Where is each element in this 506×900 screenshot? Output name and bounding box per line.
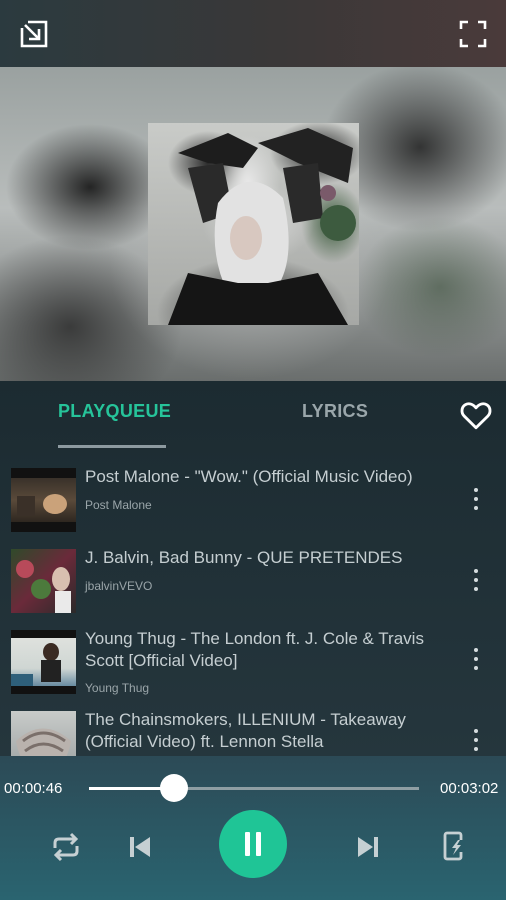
more-options-button[interactable]: [466, 645, 486, 675]
play-queue-list: Post Malone - "Wow." (Official Music Vid…: [0, 456, 506, 756]
tab-playqueue[interactable]: PLAYQUEUE: [58, 401, 171, 422]
elapsed-time: 00:00:46: [4, 780, 63, 797]
player-controls: 00:00:46 00:03:02: [0, 756, 506, 900]
blurred-background-artwork: [0, 67, 506, 381]
album-artwork: [148, 123, 359, 325]
sleep-timer-icon: [443, 831, 465, 861]
fullscreen-button[interactable]: [453, 14, 493, 54]
fullscreen-icon: [459, 20, 487, 48]
previous-icon: [130, 837, 150, 857]
video-thumbnail: [11, 630, 76, 694]
previous-button[interactable]: [122, 829, 158, 865]
video-thumbnail: [11, 468, 76, 532]
favorite-button[interactable]: [458, 397, 494, 433]
top-bar: [0, 0, 506, 67]
tab-bar: PLAYQUEUE LYRICS: [0, 381, 506, 449]
queue-item[interactable]: J. Balvin, Bad Bunny - QUE PRETENDES jba…: [0, 537, 506, 618]
pause-icon: [245, 832, 261, 856]
minimize-button[interactable]: [14, 14, 54, 54]
tab-lyrics[interactable]: LYRICS: [302, 401, 368, 422]
total-duration: 00:03:02: [440, 780, 499, 797]
queue-item[interactable]: Young Thug - The London ft. J. Cole & Tr…: [0, 618, 506, 699]
track-title: The Chainsmokers, ILLENIUM - Takeaway (O…: [85, 710, 406, 751]
next-icon: [358, 837, 378, 857]
more-options-button[interactable]: [466, 485, 486, 515]
repeat-icon: [53, 832, 79, 862]
more-options-button[interactable]: [466, 726, 486, 756]
track-artist: Young Thug: [85, 681, 150, 695]
next-button[interactable]: [350, 829, 386, 865]
seek-bar[interactable]: [89, 774, 419, 802]
queue-panel: PLAYQUEUE LYRICS Post Malone - "Wow." (O…: [0, 381, 506, 756]
seek-handle[interactable]: [159, 774, 188, 802]
track-title: J. Balvin, Bad Bunny - QUE PRETENDES: [85, 548, 403, 567]
track-title: Young Thug - The London ft. J. Cole & Tr…: [85, 629, 424, 670]
video-thumbnail: [11, 711, 76, 756]
sleep-timer-button[interactable]: [436, 827, 472, 865]
pause-button[interactable]: [219, 810, 287, 878]
more-options-button[interactable]: [466, 566, 486, 596]
minimize-arrow-icon: [20, 20, 48, 48]
repeat-button[interactable]: [46, 829, 86, 865]
track-artist: Post Malone: [85, 498, 152, 512]
queue-item[interactable]: Post Malone - "Wow." (Official Music Vid…: [0, 456, 506, 537]
heart-outline-icon: [460, 402, 492, 430]
active-tab-indicator: [58, 445, 166, 448]
queue-item[interactable]: The Chainsmokers, ILLENIUM - Takeaway (O…: [0, 699, 506, 756]
track-title: Post Malone - "Wow." (Official Music Vid…: [85, 467, 413, 486]
video-thumbnail: [11, 549, 76, 613]
track-artist: jbalvinVEVO: [85, 579, 153, 593]
